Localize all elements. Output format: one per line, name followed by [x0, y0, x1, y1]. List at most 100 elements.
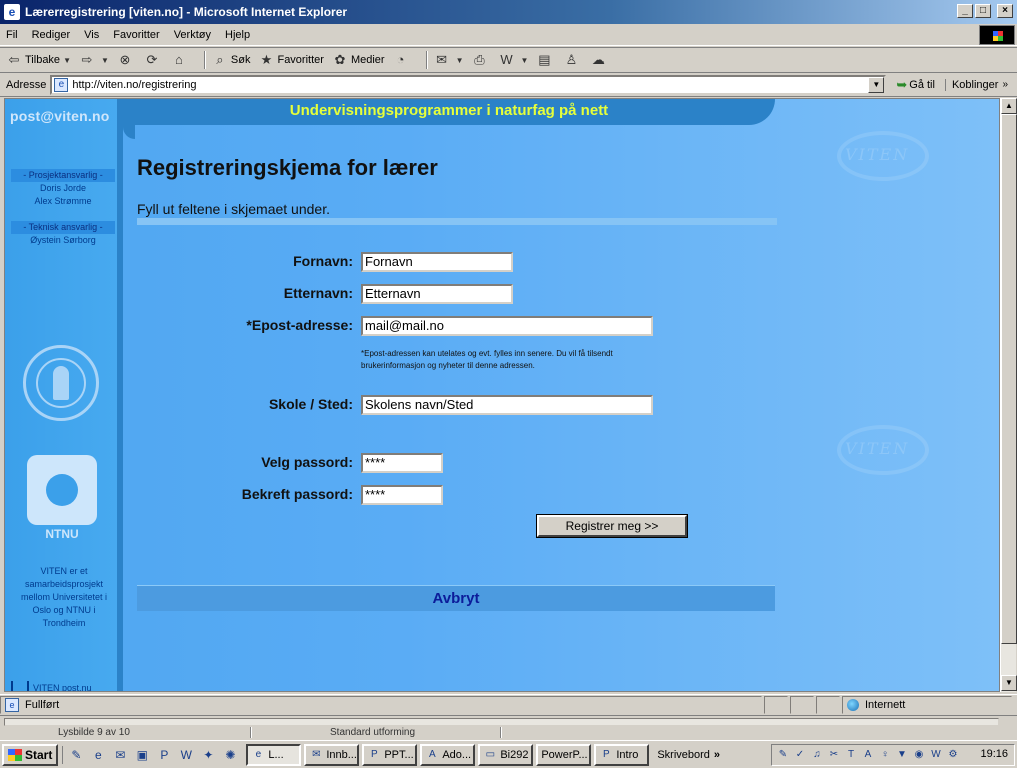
- task-powerpoint[interactable]: PowerP...: [536, 743, 592, 766]
- tray-app-icon[interactable]: A: [861, 748, 875, 762]
- forward-button[interactable]: ⇨ ▼: [79, 52, 109, 68]
- word-quicklaunch-icon[interactable]: W: [177, 746, 195, 764]
- messenger-button[interactable]: ♙: [563, 52, 582, 68]
- tray-app-icon[interactable]: ◉: [912, 748, 926, 762]
- task-adobe[interactable]: A Ado...: [420, 743, 476, 766]
- discuss-button[interactable]: ▤: [536, 52, 555, 68]
- maximize-button[interactable]: □: [975, 4, 991, 18]
- mail-button[interactable]: ✉ ▼: [434, 52, 464, 68]
- chevron-down-icon[interactable]: ▼: [456, 56, 464, 65]
- status-bar: e Fullført Internett: [0, 694, 1017, 714]
- slide-counter: Lysbilde 9 av 10: [58, 727, 130, 738]
- tray-app-icon[interactable]: ✂: [827, 748, 841, 762]
- media-button[interactable]: ✿ Medier: [332, 52, 384, 68]
- research-icon: ☁: [591, 52, 605, 67]
- toolbar-separator: [425, 51, 428, 69]
- viten-watermark: VITEN: [837, 131, 929, 181]
- refresh-button[interactable]: ⟳: [144, 52, 163, 68]
- desktop-label: Skrivebord: [657, 748, 710, 761]
- chevrons-right-icon: »: [1002, 79, 1008, 90]
- menu-favorites[interactable]: Favoritter: [113, 29, 159, 41]
- project-lead-name-1[interactable]: Doris Jorde: [11, 182, 115, 195]
- tray-app-icon[interactable]: ✓: [793, 748, 807, 762]
- school-label: Skole / Sted:: [268, 396, 353, 412]
- back-button[interactable]: ⇦ Tilbake ▼: [6, 52, 71, 68]
- school-input[interactable]: Skolens navn/Sted: [361, 395, 653, 415]
- tray-app-icon[interactable]: ♫: [810, 748, 824, 762]
- system-tray: ✎ ✓ ♫ ✂ T A ♀ ▼ ◉ W ⚙ 19:16: [771, 744, 1015, 766]
- tray-app-icon[interactable]: ✎: [776, 748, 790, 762]
- task-ie[interactable]: e L...: [246, 743, 302, 766]
- uio-seal-logo[interactable]: [23, 345, 99, 421]
- task-inbox[interactable]: ✉ Innb...: [304, 743, 360, 766]
- first-name-input[interactable]: Fornavn: [361, 252, 513, 272]
- email-input[interactable]: mail@mail.no: [361, 316, 653, 336]
- messenger-icon: ♙: [565, 52, 578, 67]
- go-button[interactable]: ➥ Gå til: [896, 77, 935, 93]
- scroll-down-arrow-icon[interactable]: ▼: [1001, 675, 1017, 691]
- scroll-up-arrow-icon[interactable]: ▲: [1001, 98, 1017, 114]
- confirm-password-label: Bekreft passord:: [241, 486, 353, 502]
- viten-footer-link[interactable]: VITEN post.nu: [11, 681, 117, 691]
- post-viten-logo[interactable]: post@viten.no: [10, 108, 109, 124]
- print-button[interactable]: ⎙: [471, 52, 490, 68]
- search-button[interactable]: ⌕ Søk: [212, 52, 251, 68]
- close-button[interactable]: ×: [997, 4, 1013, 18]
- chevron-down-icon[interactable]: ▼: [101, 56, 109, 65]
- search-label: Søk: [230, 54, 251, 66]
- tray-word-icon[interactable]: W: [929, 748, 943, 762]
- task-ppt[interactable]: P PPT...: [362, 743, 418, 766]
- task-intro[interactable]: P Intro: [594, 743, 650, 766]
- mail-icon: ✉: [436, 52, 448, 67]
- register-button[interactable]: Registrer meg >>: [536, 514, 688, 538]
- window-titlebar[interactable]: e Lærerregistrering [viten.no] - Microso…: [0, 0, 1017, 24]
- chevron-down-icon[interactable]: ▼: [63, 56, 71, 65]
- powerpoint-quicklaunch-icon[interactable]: P: [155, 746, 173, 764]
- home-button[interactable]: ⌂: [171, 52, 190, 68]
- vertical-scrollbar[interactable]: ▲ ▼: [1000, 98, 1017, 692]
- desktop-toolbar[interactable]: Skrivebord »: [657, 749, 720, 761]
- page-title: Registreringskjema for lærer: [137, 155, 438, 180]
- folder-task-icon: ▭: [485, 748, 496, 760]
- tray-app-icon[interactable]: ⚙: [946, 748, 960, 762]
- chevron-down-icon[interactable]: ▼: [520, 56, 528, 65]
- tech-lead-name[interactable]: Øystein Sørborg: [11, 234, 115, 247]
- mail-quicklaunch-icon[interactable]: ✉: [111, 746, 129, 764]
- adobe-task-icon: A: [429, 748, 436, 760]
- menu-file[interactable]: Fil: [6, 29, 18, 41]
- start-button[interactable]: Start: [2, 743, 59, 766]
- outlook-quicklaunch-icon[interactable]: ✎: [67, 746, 85, 764]
- links-button[interactable]: Koblinger »: [944, 78, 1008, 91]
- menu-tools[interactable]: Verktøy: [174, 29, 211, 41]
- tray-network-icon[interactable]: ▼: [895, 748, 909, 762]
- internet-explorer-icon: e: [4, 4, 20, 20]
- research-button[interactable]: ☁: [590, 52, 609, 68]
- edit-button[interactable]: W ▼: [498, 52, 528, 68]
- menu-help[interactable]: Hjelp: [225, 29, 250, 41]
- favorites-button[interactable]: ★ Favoritter: [258, 52, 324, 68]
- address-input[interactable]: e http://viten.no/registrering ▼: [50, 74, 887, 95]
- tech-lead-group: - Teknisk ansvarlig - Øystein Sørborg: [11, 221, 115, 247]
- desktop-quicklaunch-icon[interactable]: ▣: [133, 746, 151, 764]
- last-name-input[interactable]: Etternavn: [361, 284, 513, 304]
- history-button[interactable]: ◔: [393, 52, 412, 68]
- ntnu-logo[interactable]: [27, 455, 97, 525]
- menu-view[interactable]: Vis: [84, 29, 99, 41]
- menu-edit[interactable]: Rediger: [32, 29, 71, 41]
- cancel-link[interactable]: Avbryt: [137, 585, 775, 611]
- word-edit-icon: W: [500, 52, 513, 67]
- tray-text-icon[interactable]: T: [844, 748, 858, 762]
- windows-flag-icon: [8, 748, 22, 761]
- stop-button[interactable]: ⊗: [117, 52, 136, 68]
- app-quicklaunch-icon[interactable]: ✦: [199, 746, 217, 764]
- minimize-button[interactable]: _: [957, 4, 973, 18]
- project-lead-name-2[interactable]: Alex Strømme: [11, 195, 115, 208]
- scroll-thumb[interactable]: [1001, 114, 1017, 644]
- ie-quicklaunch-icon[interactable]: e: [89, 746, 107, 764]
- tray-app-icon[interactable]: ♀: [878, 748, 892, 762]
- task-bi292[interactable]: ▭ Bi292: [478, 743, 534, 766]
- chevron-down-icon[interactable]: ▼: [868, 76, 885, 93]
- app-quicklaunch-icon[interactable]: ✺: [221, 746, 239, 764]
- confirm-password-input[interactable]: ****: [361, 485, 443, 505]
- password-input[interactable]: ****: [361, 453, 443, 473]
